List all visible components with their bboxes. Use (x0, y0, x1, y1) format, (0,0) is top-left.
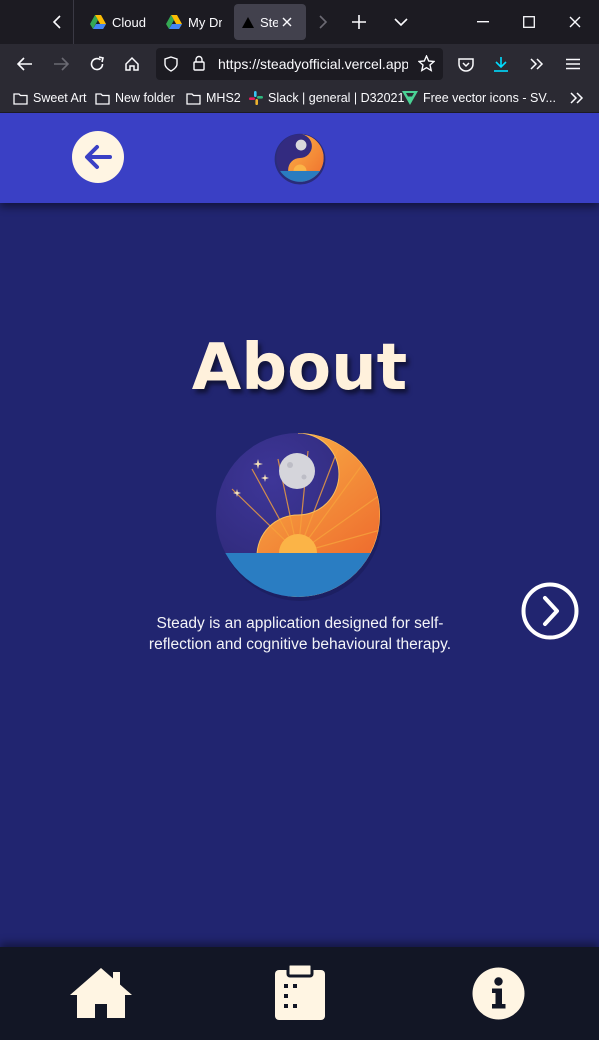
new-tab-button[interactable] (348, 12, 370, 32)
more-bookmarks-button[interactable] (566, 90, 588, 106)
bookmark-label: Free vector icons - SV... (423, 91, 556, 105)
plus-icon (352, 15, 366, 29)
shield-icon[interactable] (164, 56, 178, 72)
about-description: Steady is an application designed for se… (148, 615, 452, 653)
maximize-icon (523, 16, 535, 28)
menu-button[interactable] (562, 54, 584, 74)
double-chevron-right-icon (530, 58, 544, 70)
more-tools-button[interactable] (526, 54, 548, 74)
page-title: About (191, 331, 408, 405)
chevron-right-icon (319, 15, 328, 29)
google-drive-icon (90, 15, 106, 29)
bookmark-label: Sweet Art (33, 91, 87, 105)
double-chevron-right-icon (570, 92, 584, 104)
chevron-down-icon (394, 18, 408, 27)
bottom-navigation (0, 947, 599, 1040)
back-button[interactable] (72, 131, 124, 183)
slack-icon (249, 91, 263, 105)
lock-icon[interactable] (193, 55, 205, 71)
reload-button[interactable] (86, 54, 108, 74)
next-arrow-button[interactable] (521, 582, 579, 640)
folder-icon (13, 92, 28, 105)
url-text[interactable]: https://steadyofficial.vercel.app/ (218, 56, 408, 72)
tab-label: Ste (260, 14, 278, 30)
list-all-tabs-button[interactable] (390, 12, 412, 32)
bookmark-label: Slack | general | D32021 (268, 91, 405, 105)
vercel-icon (242, 16, 254, 28)
bookmark-sweet-art[interactable]: Sweet Art (13, 90, 87, 106)
browser-toolbar: https://steadyofficial.vercel.app/ (0, 44, 599, 84)
app-viewport: About Steady is an application designed … (0, 113, 599, 1040)
google-drive-icon (166, 15, 182, 29)
download-icon (494, 57, 508, 72)
info-icon[interactable] (472, 967, 525, 1020)
bookmarks-toolbar: Sweet Art New folder MHS2 Slack | genera… (0, 84, 599, 112)
home-icon[interactable] (68, 966, 134, 1018)
tab-scroll-right-button[interactable] (314, 12, 332, 32)
steady-logo[interactable] (273, 131, 327, 185)
back-button[interactable] (14, 54, 36, 74)
bookmark-label: New folder (115, 91, 175, 105)
reload-icon (90, 56, 104, 71)
tab-cloud[interactable]: Cloud (84, 4, 150, 40)
bookmark-new-folder[interactable]: New folder (95, 90, 175, 106)
pocket-button[interactable] (455, 54, 477, 74)
tab-scroll-left-button[interactable] (46, 12, 68, 32)
home-button[interactable] (121, 54, 143, 74)
minimize-icon (477, 21, 489, 23)
folder-icon (186, 92, 201, 105)
bookmark-label: MHS2 (206, 91, 241, 105)
hamburger-menu-icon (566, 58, 580, 70)
maximize-button[interactable] (518, 12, 540, 32)
star-icon[interactable] (418, 55, 435, 72)
tab-my-drive[interactable]: My Dr (160, 4, 224, 40)
chevron-left-icon (52, 15, 61, 29)
chevron-right-icon (543, 596, 559, 626)
close-icon (569, 16, 581, 28)
arrow-right-icon (54, 57, 69, 71)
close-icon[interactable] (282, 17, 292, 27)
bookmark-mhs2[interactable]: MHS2 (186, 90, 241, 106)
flaticon-icon (402, 91, 418, 105)
tab-label: My Dr (188, 14, 222, 30)
minimize-button[interactable] (472, 12, 494, 32)
downloads-button[interactable] (490, 54, 512, 74)
bookmark-slack[interactable]: Slack | general | D32021 (249, 90, 404, 106)
browser-tab-bar: Cloud My Dr Ste (0, 0, 599, 44)
tab-steady[interactable]: Ste (234, 4, 306, 40)
steady-yin-yang-logo (216, 433, 382, 601)
clipboard-icon[interactable] (275, 964, 325, 1020)
forward-button[interactable] (50, 54, 72, 74)
close-window-button[interactable] (564, 12, 586, 32)
arrow-left-icon (85, 145, 112, 169)
folder-icon (95, 92, 110, 105)
app-header (0, 113, 599, 203)
url-bar[interactable]: https://steadyofficial.vercel.app/ (156, 48, 443, 80)
arrow-left-icon (17, 57, 32, 71)
bookmark-flaticon[interactable]: Free vector icons - SV... (402, 90, 556, 106)
tab-label: Cloud (112, 14, 146, 30)
home-icon (125, 56, 139, 71)
pocket-icon (458, 57, 474, 72)
